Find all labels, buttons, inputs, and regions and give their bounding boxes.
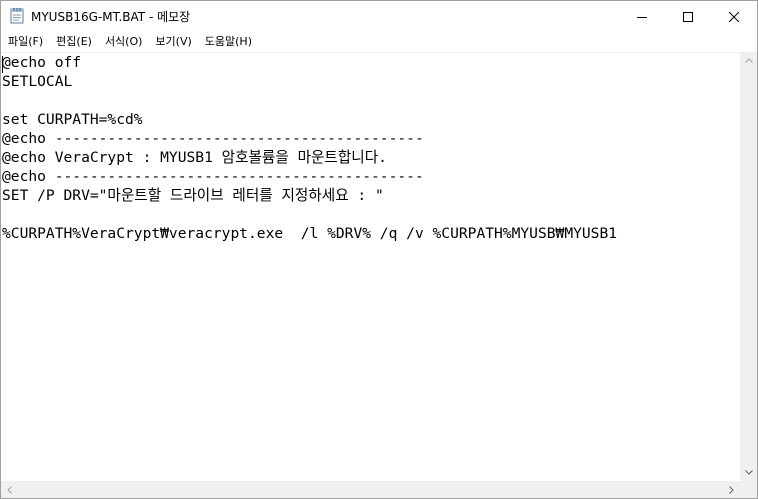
editor-line: %CURPATH%VeraCrypt₩veracrypt.exe /l %DRV… (2, 225, 618, 242)
menu-file[interactable]: 파일(F) (1, 33, 49, 49)
notepad-window: MYUSB16G-MT.BAT - 메모장 파일(F) 편집(E) 서식(O) … (0, 0, 758, 499)
menu-view[interactable]: 보기(V) (148, 33, 197, 49)
minimize-button[interactable] (619, 1, 665, 31)
scroll-left-arrow-icon[interactable] (1, 481, 18, 498)
close-icon (728, 7, 740, 26)
menu-edit[interactable]: 편집(E) (49, 33, 98, 49)
close-button[interactable] (711, 1, 757, 31)
title-bar[interactable]: MYUSB16G-MT.BAT - 메모장 (1, 1, 757, 31)
scroll-up-arrow-icon[interactable] (740, 52, 757, 69)
menu-bar: 파일(F) 편집(E) 서식(O) 보기(V) 도움말(H) (1, 31, 757, 51)
menu-help[interactable]: 도움말(H) (198, 33, 258, 49)
minimize-icon (637, 7, 647, 26)
editor-line: SET /P DRV="마운트할 드라이브 레터를 지정하세요 : " (2, 187, 384, 204)
editor-line: @echo ----------------------------------… (2, 130, 424, 147)
maximize-icon (683, 7, 693, 26)
scroll-right-arrow-icon[interactable] (723, 481, 740, 498)
editor-line: @echo off (2, 54, 82, 71)
scroll-down-arrow-icon[interactable] (740, 464, 757, 481)
editor-line: @echo ----------------------------------… (2, 168, 424, 185)
size-grip[interactable] (740, 481, 757, 498)
notepad-icon (10, 8, 24, 24)
editor-line: @echo VeraCrypt : MYUSB1 암호볼륨을 마운트합니다. (2, 149, 387, 166)
vertical-scrollbar[interactable] (740, 52, 757, 481)
text-editor[interactable]: @echo off SETLOCAL set CURPATH=%cd% @ech… (1, 52, 740, 482)
horizontal-scrollbar[interactable] (1, 481, 740, 498)
menu-format[interactable]: 서식(O) (98, 33, 148, 49)
maximize-button[interactable] (665, 1, 711, 31)
window-title: MYUSB16G-MT.BAT - 메모장 (31, 10, 191, 24)
editor-line: SETLOCAL (2, 73, 73, 90)
editor-line: set CURPATH=%cd% (2, 111, 143, 128)
